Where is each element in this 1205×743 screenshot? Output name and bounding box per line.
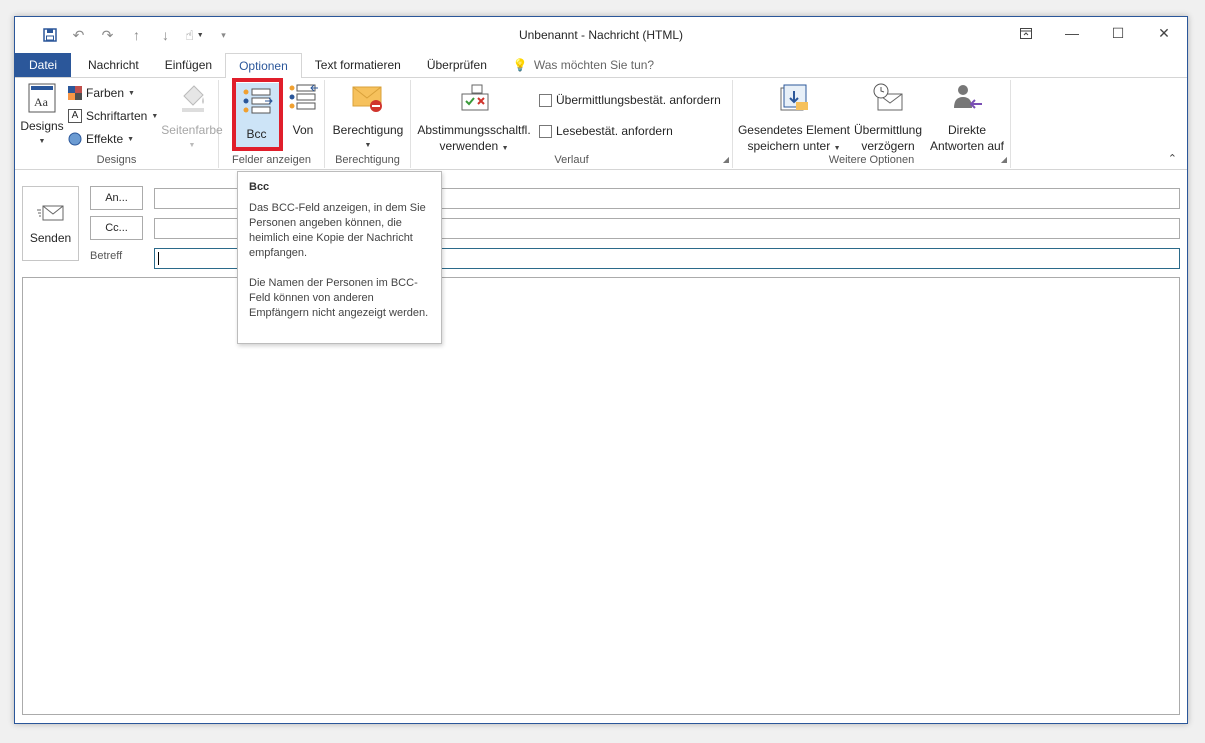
berechtigung-label: Berechtigung	[332, 123, 404, 137]
ribbon-tabs: Datei Nachricht Einfügen Optionen Text f…	[15, 53, 1187, 78]
chevron-down-icon: ▼	[38, 138, 46, 145]
lese-label: Lesebestät. anfordern	[556, 124, 673, 138]
lesebestaetigung-checkbox[interactable]: Lesebestät. anfordern	[539, 124, 673, 138]
lightbulb-icon: 💡	[512, 58, 528, 72]
tell-me-search[interactable]: 💡 Was möchten Sie tun?	[500, 53, 667, 77]
chevron-down-icon: ▼	[188, 142, 196, 149]
uebermittlung-label: Übermittlungsbestät. anfordern	[556, 93, 721, 107]
effekte-label: Effekte	[86, 132, 124, 146]
von-label: Von	[292, 123, 314, 137]
chevron-down-icon: ▼	[128, 89, 135, 97]
close-icon[interactable]: ✕	[1141, 17, 1187, 49]
gesendet-label-1: Gesendetes Element	[737, 123, 851, 137]
tab-nachricht[interactable]: Nachricht	[75, 53, 152, 77]
text-cursor	[158, 252, 159, 265]
tab-ueberpruefen[interactable]: Überprüfen	[414, 53, 500, 77]
bcc-field-icon	[243, 88, 273, 114]
send-label: Senden	[29, 230, 72, 245]
direkt-label-2: Antworten auf	[929, 139, 1005, 153]
group-felder-anzeigen: Bcc Von Felder anzeigen	[219, 80, 325, 168]
window-controls: — ☐ ✕	[1003, 17, 1187, 49]
tooltip-paragraph-2: Die Namen der Personen im BCC-Feld könne…	[249, 277, 429, 319]
abstimmung-label-1: Abstimmungsschaltfl.	[417, 123, 531, 137]
seitenfarbe-button: Seitenfarbe ▼	[161, 82, 223, 154]
voting-buttons-icon	[461, 84, 489, 111]
dialog-launcher-icon[interactable]: ◢	[1001, 155, 1007, 164]
chevron-down-icon: ▼	[501, 145, 509, 152]
chevron-down-icon: ▼	[364, 142, 372, 149]
farben-label: Farben	[86, 86, 125, 100]
seitenfarbe-label: Seitenfarbe	[161, 123, 223, 137]
permission-envelope-icon	[352, 86, 382, 112]
group-designs-label: Designs	[96, 154, 137, 166]
direkt-label-1: Direkte	[947, 123, 986, 137]
abstimmungsschaltflaechen-button[interactable]: Abstimmungsschaltfl. verwenden ▼	[415, 82, 533, 157]
send-envelope-icon	[36, 205, 63, 220]
subject-label: Betreff	[90, 250, 123, 262]
to-button[interactable]: An...	[90, 186, 143, 210]
abstimmung-label-2: verwenden	[439, 139, 499, 153]
group-weitere-optionen: Gesendetes Element speichern unter ▼ Übe…	[733, 80, 1011, 168]
bcc-button[interactable]: Bcc	[232, 83, 281, 150]
group-verlauf-label: Verlauf	[554, 154, 589, 166]
tab-optionen[interactable]: Optionen	[225, 53, 302, 78]
tooltip-title: Bcc	[249, 181, 270, 193]
svg-text:Aa: Aa	[34, 95, 49, 109]
colors-icon	[68, 86, 82, 100]
checkbox-icon	[539, 93, 552, 107]
uebermittlung-verzoegern-button[interactable]: Übermittlung verzögern	[851, 82, 925, 154]
ribbon-display-options-icon[interactable]	[1003, 17, 1049, 49]
delay-delivery-icon	[873, 83, 903, 111]
tell-me-label: Was möchten Sie tun?	[533, 58, 655, 72]
berechtigung-button[interactable]: Berechtigung ▼	[329, 82, 407, 154]
verzoegern-label-2: verzögern	[861, 139, 915, 153]
from-field-icon	[289, 84, 318, 110]
save-sent-item-icon	[780, 84, 808, 111]
send-button[interactable]: Senden	[22, 186, 79, 261]
minimize-icon[interactable]: —	[1049, 17, 1095, 49]
gesendetes-element-button[interactable]: Gesendetes Element speichern unter ▼	[737, 82, 851, 157]
group-berechtigung-label: Berechtigung	[335, 154, 400, 166]
cc-button[interactable]: Cc...	[90, 216, 143, 240]
schriftarten-label: Schriftarten	[86, 109, 148, 123]
tooltip-paragraph-1: Das BCC-Feld anzeigen, in dem Sie Person…	[249, 202, 426, 259]
message-body[interactable]	[22, 277, 1180, 715]
effects-icon	[68, 132, 82, 146]
checkbox-icon	[539, 124, 552, 138]
collapse-ribbon-icon[interactable]: ⌃	[1168, 152, 1177, 165]
group-weitere-label: Weitere Optionen	[828, 154, 915, 166]
message-window: ↶ ↷ ↑ ↓ ☝ ▼ ▾ Unbenannt - Nachricht (HTML…	[14, 16, 1188, 724]
bcc-tooltip: Bcc Das BCC-Feld anzeigen, in dem Sie Pe…	[237, 171, 442, 344]
ribbon: Aa Designs ▼ Farben ▼ A Schriftarten ▼ Eff…	[15, 77, 1187, 170]
fonts-icon: A	[68, 109, 82, 123]
group-berechtigung: Berechtigung ▼ Berechtigung	[325, 80, 411, 168]
effekte-button[interactable]: Effekte ▼	[68, 132, 134, 146]
group-designs: Aa Designs ▼ Farben ▼ A Schriftarten ▼ Eff…	[15, 80, 223, 168]
designs-button[interactable]: Aa Designs ▼	[19, 82, 65, 150]
tab-einfuegen[interactable]: Einfügen	[152, 53, 225, 77]
bcc-label: Bcc	[246, 127, 267, 141]
von-button[interactable]: Von	[283, 82, 323, 138]
verzoegern-label-1: Übermittlung	[853, 123, 923, 137]
designs-icon: Aa	[28, 83, 56, 113]
group-felder-label: Felder anzeigen	[232, 154, 311, 166]
dialog-launcher-icon[interactable]: ◢	[723, 155, 729, 164]
chevron-down-icon: ▼	[127, 135, 135, 143]
designs-label: Designs	[20, 119, 64, 133]
tab-datei[interactable]: Datei	[15, 53, 72, 77]
tab-text-formatieren[interactable]: Text formatieren	[302, 53, 414, 77]
farben-button[interactable]: Farben ▼	[68, 86, 135, 100]
title-bar: ↶ ↷ ↑ ↓ ☝ ▼ ▾ Unbenannt - Nachricht (HTML…	[15, 17, 1187, 53]
paint-bucket-icon	[182, 85, 204, 112]
chevron-down-icon: ▼	[151, 112, 159, 120]
direct-replies-icon	[954, 85, 982, 109]
schriftarten-button[interactable]: A Schriftarten ▼	[68, 109, 158, 123]
direkte-antworten-button[interactable]: Direkte Antworten auf	[927, 82, 1007, 154]
uebermittlungsbestaetigung-checkbox[interactable]: Übermittlungsbestät. anfordern	[539, 93, 721, 107]
chevron-down-icon: ▼	[833, 145, 841, 152]
group-verlauf: Abstimmungsschaltfl. verwenden ▼ Übermit…	[411, 80, 733, 168]
gesendet-label-2: speichern unter	[747, 139, 831, 153]
maximize-icon[interactable]: ☐	[1095, 17, 1141, 49]
